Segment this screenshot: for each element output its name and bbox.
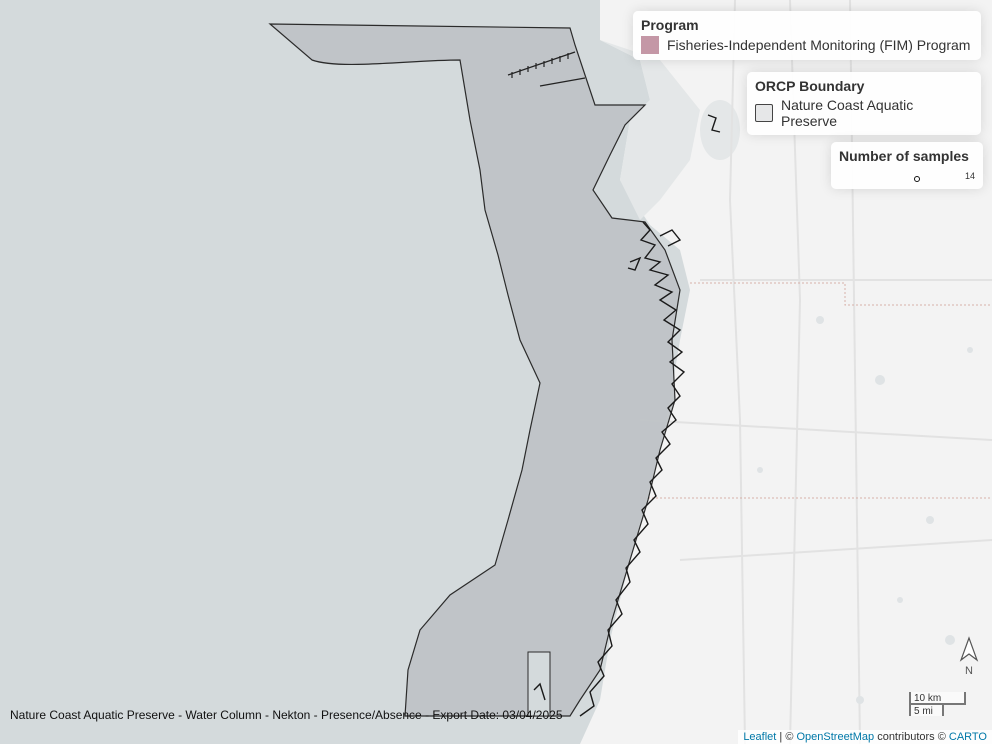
boundary-legend: ORCP Boundary Nature Coast Aquatic Prese… [747, 72, 981, 135]
boundary-swatch [755, 104, 773, 122]
attribution: Leaflet | © OpenStreetMap contributors ©… [738, 730, 992, 744]
north-label: N [965, 665, 973, 677]
carto-link[interactable]: CARTO [949, 731, 987, 743]
sample-size-dot [914, 176, 920, 182]
samples-legend-title: Number of samples [839, 148, 969, 164]
leaflet-link[interactable]: Leaflet [743, 731, 776, 743]
inlet-area [527, 651, 551, 717]
samples-max-label: 14 [964, 171, 975, 181]
attribution-sep: | © [776, 731, 797, 743]
samples-legend: Number of samples 14 [831, 142, 983, 189]
north-arrow-icon: N [959, 636, 979, 677]
samples-size-scale: 14 [839, 167, 975, 183]
fim-swatch [641, 36, 659, 54]
program-legend: Program Fisheries-Independent Monitoring… [633, 11, 981, 60]
scale-km: 10 km [909, 692, 966, 705]
program-legend-item: Fisheries-Independent Monitoring (FIM) P… [641, 36, 973, 54]
program-legend-title: Program [641, 17, 699, 33]
program-legend-label: Fisheries-Independent Monitoring (FIM) P… [667, 37, 971, 53]
boundary-legend-item: Nature Coast Aquatic Preserve [755, 97, 973, 129]
boundary-legend-label: Nature Coast Aquatic Preserve [780, 97, 914, 129]
osm-link[interactable]: OpenStreetMap [796, 731, 874, 743]
map-caption: Nature Coast Aquatic Preserve - Water Co… [10, 708, 563, 722]
attribution-contrib: contributors © [874, 731, 949, 743]
scale-bar: 10 km 5 mi [909, 692, 979, 717]
boundary-legend-title: ORCP Boundary [755, 78, 865, 94]
